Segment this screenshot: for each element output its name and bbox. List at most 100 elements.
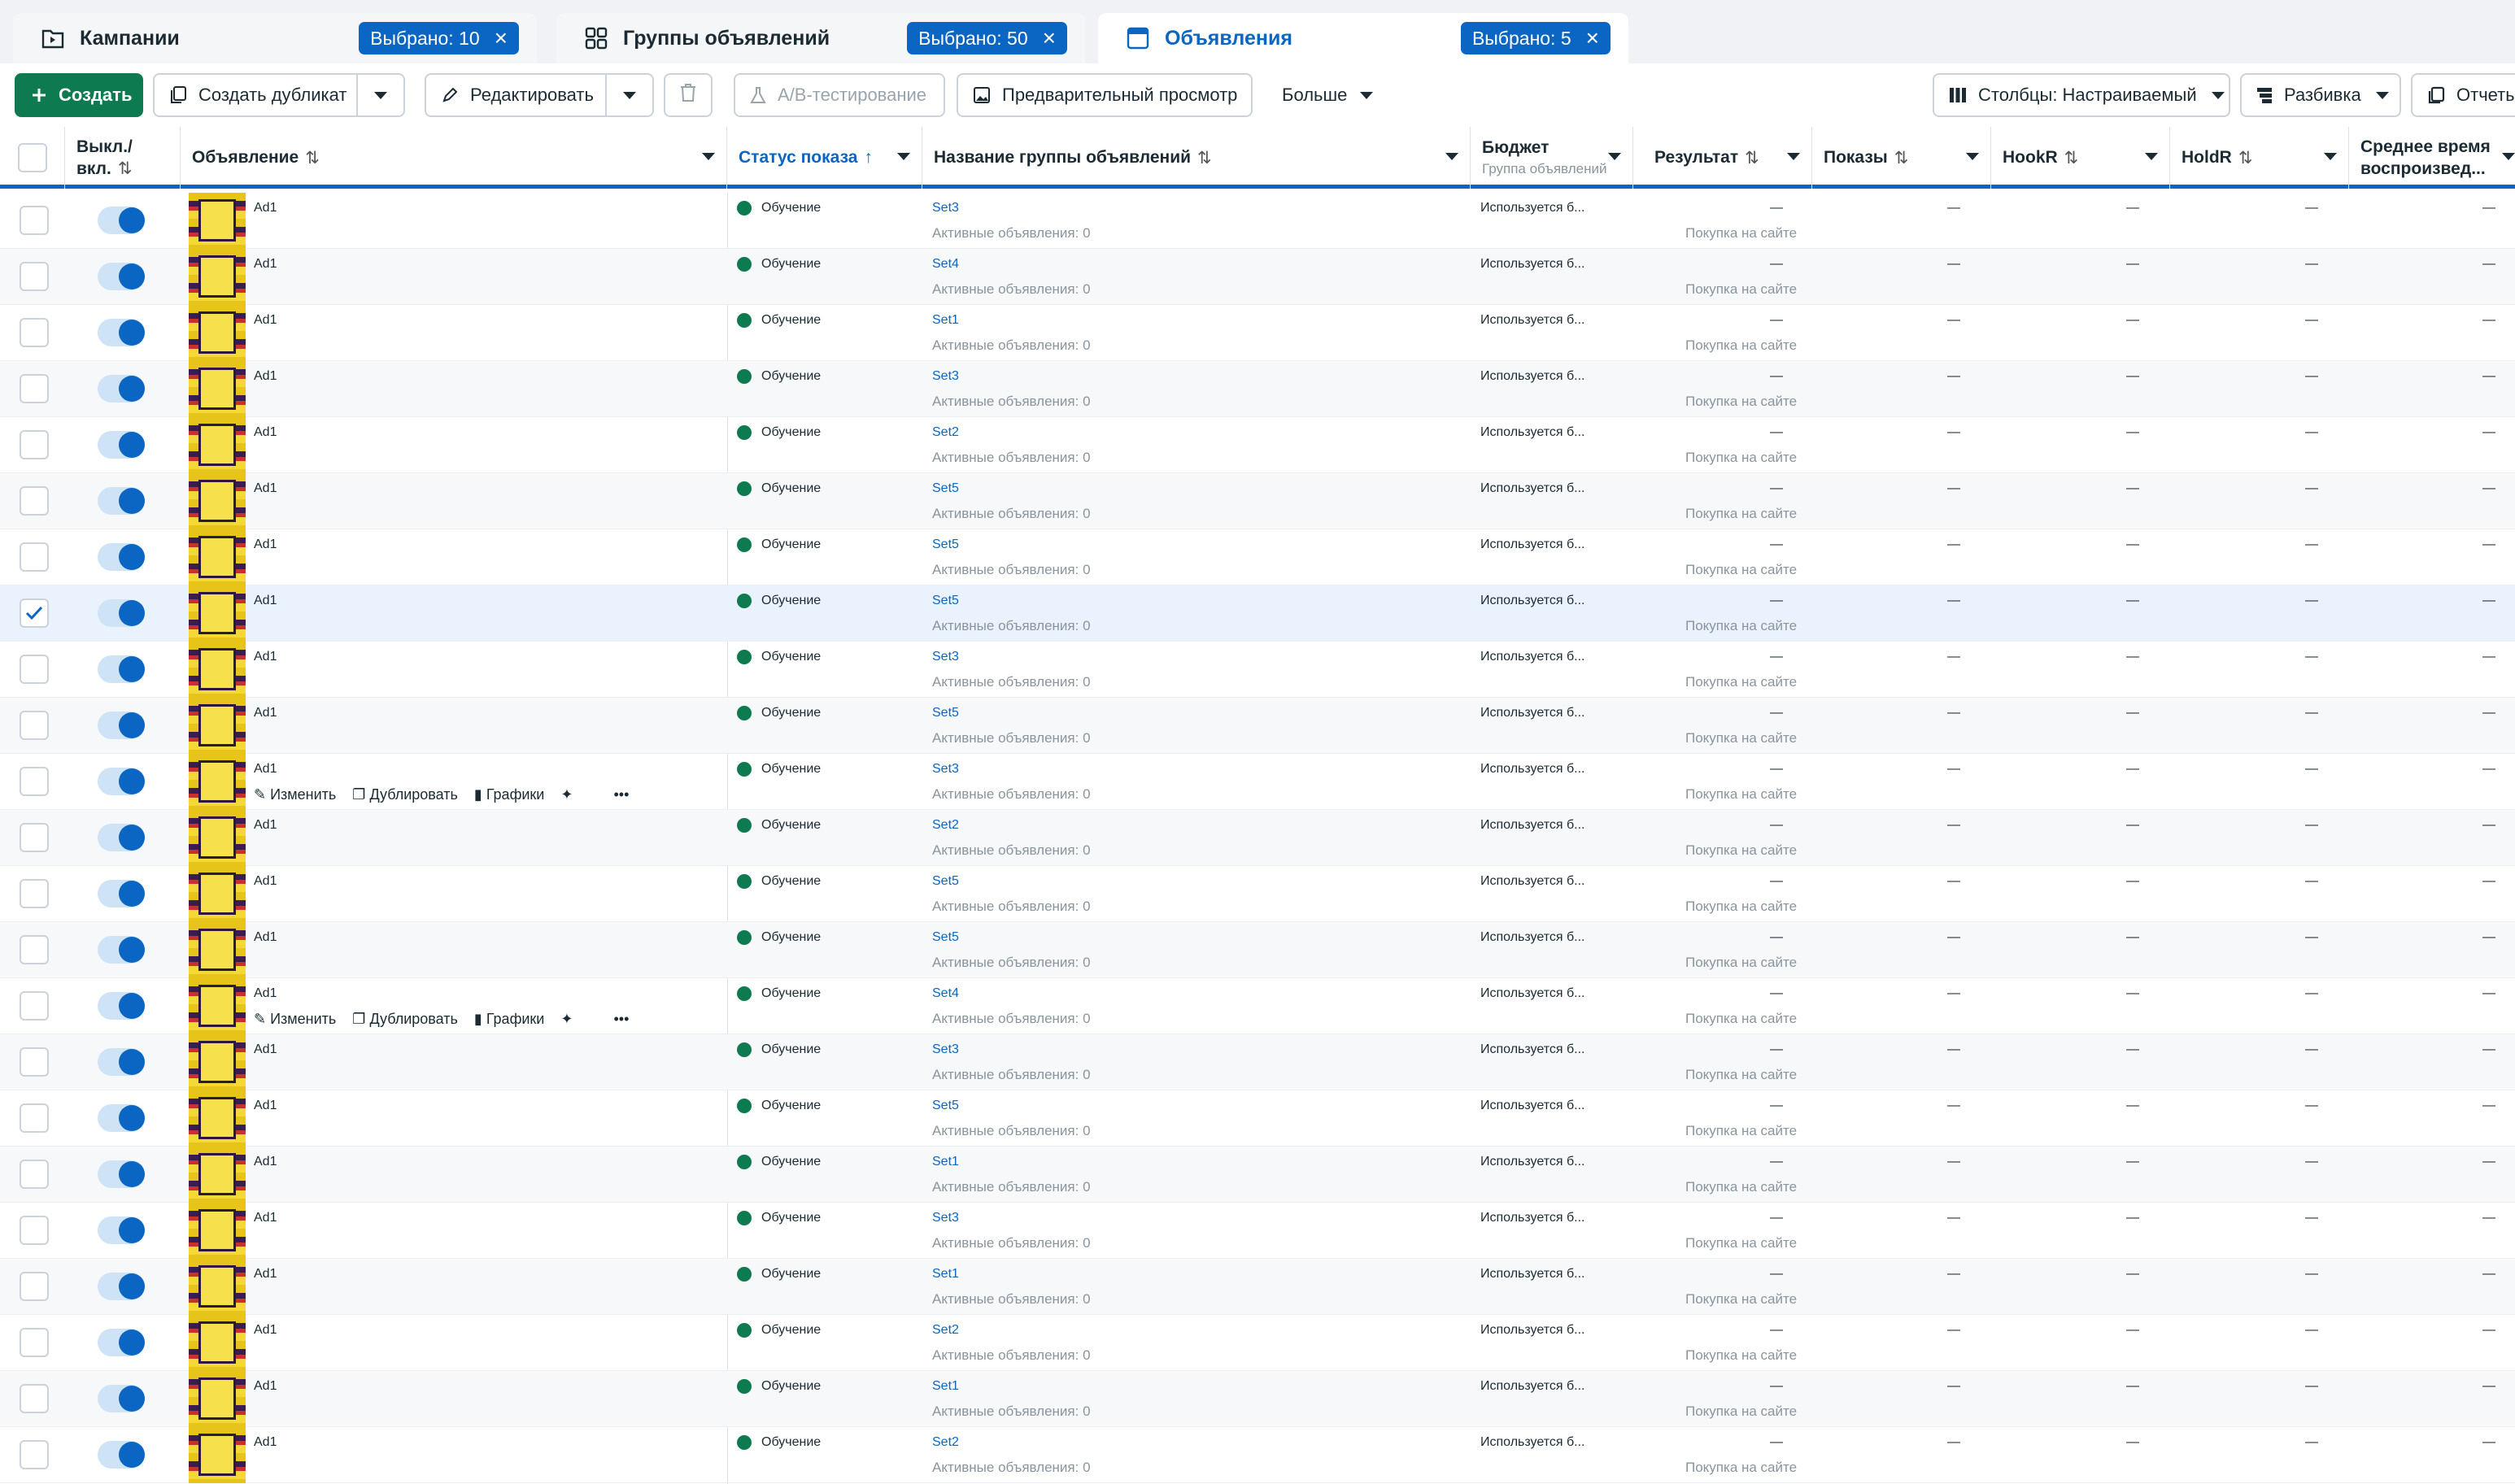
reports-button[interactable]: Отчеты [2411, 73, 2515, 117]
ad-toggle[interactable] [98, 712, 145, 739]
checkbox[interactable] [20, 1160, 49, 1189]
adset-link[interactable]: Set1 [932, 1379, 959, 1394]
table-row[interactable]: Ad1 ✎ Изменить ❐ Дублировать ▮ Графики ✦ ••• О… [0, 978, 2515, 1034]
delete-button[interactable] [664, 73, 713, 117]
ad-thumbnail[interactable] [189, 417, 246, 473]
row-checkbox[interactable] [20, 430, 49, 459]
chevron-down-icon[interactable] [2502, 153, 2515, 160]
ad-toggle[interactable] [98, 824, 145, 851]
ad-name[interactable]: Ad1 [254, 818, 277, 833]
ad-toggle[interactable] [98, 992, 145, 1020]
columns-button[interactable]: Столбцы: Настраиваемый [1933, 73, 2230, 117]
chevron-down-icon[interactable] [897, 153, 910, 160]
row-checkbox[interactable] [20, 206, 49, 235]
adset-link[interactable]: Set5 [932, 594, 959, 608]
selected-badge[interactable]: Выбрано: 10 × [359, 22, 519, 54]
table-row[interactable]: Ad1 Обучение Set5 Активные объявления: 0 Исп… [0, 698, 2515, 754]
table-row[interactable]: Ad1 Обучение Set2 Активные объявления: 0 Исп… [0, 810, 2515, 866]
ad-name[interactable]: Ad1 [254, 313, 277, 328]
adset-link[interactable]: Set1 [932, 1267, 959, 1282]
header-holdr[interactable]: HoldR ⇅ [2170, 127, 2349, 189]
ad-thumbnail[interactable] [189, 866, 246, 922]
more-options-icon[interactable]: ••• [613, 786, 629, 803]
ad-toggle[interactable] [98, 263, 145, 290]
adset-link[interactable]: Set5 [932, 1099, 959, 1113]
checkbox[interactable] [20, 879, 49, 908]
ad-name[interactable]: Ad1 [254, 1379, 277, 1394]
row-checkbox[interactable] [20, 1384, 49, 1413]
ad-name[interactable]: Ad1 [254, 1211, 277, 1225]
row-checkbox[interactable] [20, 1103, 49, 1133]
tab-adsets[interactable]: Группы объявлений Выбрано: 50 × [556, 13, 1085, 63]
ad-name[interactable]: Ad1 [254, 537, 277, 552]
adset-link[interactable]: Set4 [932, 986, 959, 1001]
chevron-down-icon[interactable] [1608, 153, 1621, 160]
table-row[interactable]: Ad1 Обучение Set5 Активные объявления: 0 Исп… [0, 529, 2515, 585]
row-checkbox[interactable] [20, 1216, 49, 1245]
table-row[interactable]: Ad1 Обучение Set3 Активные объявления: 0 Исп… [0, 193, 2515, 249]
ad-thumbnail[interactable] [189, 361, 246, 417]
row-checkbox[interactable] [20, 767, 49, 796]
ad-toggle[interactable] [98, 431, 145, 459]
ad-thumbnail[interactable] [189, 1034, 246, 1090]
table-row[interactable]: Ad1 Обучение Set5 Активные объявления: 0 Исп… [0, 1090, 2515, 1147]
ad-toggle[interactable] [98, 655, 145, 683]
ad-thumbnail[interactable] [189, 1259, 246, 1315]
more-button[interactable]: Больше [1266, 73, 1380, 117]
row-checkbox[interactable] [20, 991, 49, 1021]
header-result[interactable]: Результат ⇅ [1633, 127, 1812, 189]
preview-button[interactable]: Предварительный просмотр [957, 73, 1253, 117]
row-checkbox[interactable] [20, 879, 49, 908]
adset-link[interactable]: Set4 [932, 257, 959, 272]
table-row[interactable]: Ad1 Обучение Set3 Активные объявления: 0 Исп… [0, 1203, 2515, 1259]
adset-link[interactable]: Set3 [932, 201, 959, 215]
checkbox[interactable] [20, 1216, 49, 1245]
ad-name[interactable]: Ad1 [254, 425, 277, 440]
table-row[interactable]: Ad1 Обучение Set1 Активные объявления: 0 Исп… [0, 1371, 2515, 1427]
adset-link[interactable]: Set1 [932, 1155, 959, 1169]
header-hookr[interactable]: HookR ⇅ [1991, 127, 2170, 189]
checkbox[interactable] [20, 1272, 49, 1301]
table-row[interactable]: Ad1 Обучение Set1 Активные объявления: 0 Исп… [0, 305, 2515, 361]
duplicate-action[interactable]: ❐ Дублировать [352, 1011, 458, 1028]
row-checkbox[interactable] [20, 1047, 49, 1077]
row-checkbox[interactable] [20, 1328, 49, 1357]
ad-thumbnail[interactable] [189, 1427, 246, 1483]
selected-badge[interactable]: Выбрано: 5 × [1460, 22, 1611, 54]
ad-name[interactable]: Ad1 [254, 481, 277, 496]
header-budget[interactable]: Бюджет Группа объявлений [1471, 127, 1633, 189]
row-checkbox[interactable] [20, 1272, 49, 1301]
ad-toggle[interactable] [98, 880, 145, 907]
checkbox[interactable] [20, 598, 49, 628]
ad-toggle[interactable] [98, 1273, 145, 1300]
adset-link[interactable]: Set5 [932, 706, 959, 720]
ad-thumbnail[interactable] [189, 1203, 246, 1259]
ad-name[interactable]: Ad1 [254, 1042, 277, 1057]
ad-toggle[interactable] [98, 543, 145, 571]
checkbox[interactable] [20, 767, 49, 796]
adset-link[interactable]: Set5 [932, 537, 959, 552]
ad-name[interactable]: Ad1 [254, 201, 277, 215]
chevron-down-icon[interactable] [2145, 153, 2158, 160]
table-row[interactable]: Ad1 Обучение Set3 Активные объявления: 0 Исп… [0, 361, 2515, 417]
ad-name[interactable]: Ad1 [254, 930, 277, 945]
row-checkbox[interactable] [20, 655, 49, 684]
header-status[interactable]: Статус показа ↑ [727, 127, 922, 189]
ad-thumbnail[interactable] [189, 698, 246, 754]
checkbox[interactable] [20, 1103, 49, 1133]
adset-link[interactable]: Set2 [932, 425, 959, 440]
row-checkbox[interactable] [20, 374, 49, 403]
ab-test-button[interactable]: A/B-тестирование [734, 73, 945, 117]
ad-thumbnail[interactable] [189, 1090, 246, 1147]
table-row[interactable]: Ad1 Обучение Set2 Активные объявления: 0 Исп… [0, 1315, 2515, 1371]
create-button[interactable]: Создать [15, 73, 143, 117]
edit-dropdown[interactable] [605, 73, 654, 117]
ad-toggle[interactable] [98, 1104, 145, 1132]
breakdown-button[interactable]: Разбивка [2240, 73, 2401, 117]
adset-link[interactable]: Set3 [932, 762, 959, 777]
row-checkbox[interactable] [20, 1440, 49, 1469]
table-row[interactable]: Ad1 Обучение Set3 Активные объявления: 0 Исп… [0, 642, 2515, 698]
ad-thumbnail[interactable] [189, 585, 246, 642]
header-adset[interactable]: Название группы объявлений ⇅ [922, 127, 1471, 189]
checkbox[interactable] [20, 991, 49, 1021]
